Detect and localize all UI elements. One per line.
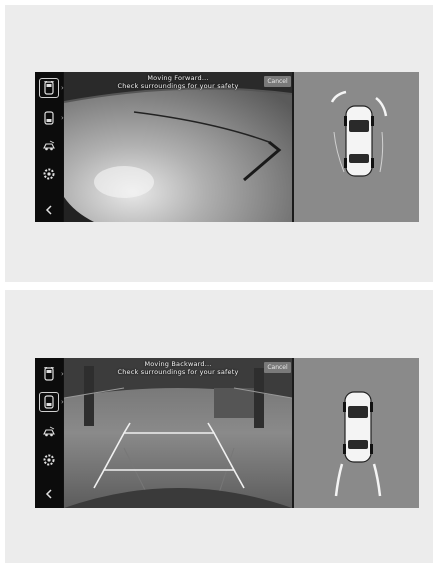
front-camera-feed: [64, 72, 292, 222]
vehicle-icon: [344, 105, 374, 177]
vehicle-icon: [343, 391, 373, 463]
sidebar: › ›: [35, 72, 64, 222]
banner-title: Moving Backward...: [144, 360, 212, 368]
backward-view-panel: › › Moving Backward... Check surrounding…: [5, 290, 433, 563]
rear-view-icon: [44, 111, 54, 125]
front-view-button[interactable]: [39, 78, 59, 98]
rear-view-icon: [44, 395, 54, 409]
backward-camera-screen: › › Moving Backward... Check surrounding…: [35, 358, 419, 508]
banner-message: Check surroundings for your safety: [117, 82, 239, 90]
back-icon: [45, 489, 52, 499]
rear-view-button[interactable]: [39, 108, 59, 128]
cancel-button[interactable]: Cancel: [264, 362, 291, 373]
settings-icon: [43, 168, 55, 180]
3d-view-button[interactable]: [39, 422, 59, 442]
top-down-view: [294, 72, 419, 222]
banner-title: Moving Forward...: [147, 74, 209, 82]
cancel-button[interactable]: Cancel: [264, 76, 291, 87]
front-view-icon: [43, 367, 55, 381]
3d-view-button[interactable]: [39, 136, 59, 156]
3d-view-icon: [43, 140, 55, 151]
top-down-view: [294, 358, 419, 508]
status-banner: Moving Backward... Check surroundings fo…: [64, 360, 292, 376]
3d-view-icon: [43, 426, 55, 437]
front-view-button[interactable]: [39, 364, 59, 384]
rear-camera-feed: [64, 358, 292, 508]
front-view-icon: [43, 81, 55, 95]
back-icon: [45, 205, 52, 215]
banner-message: Check surroundings for your safety: [117, 368, 239, 376]
settings-button[interactable]: [39, 450, 59, 470]
forward-view-panel: › › Moving Forward... Check surroundings…: [5, 5, 433, 282]
settings-button[interactable]: [39, 164, 59, 184]
rear-view-button[interactable]: [39, 392, 59, 412]
status-banner: Moving Forward... Check surroundings for…: [64, 74, 292, 90]
sidebar: › ›: [35, 358, 64, 508]
forward-camera-screen: › › Moving Forward... Check surroundings…: [35, 72, 419, 222]
back-button[interactable]: [39, 200, 59, 220]
back-button[interactable]: [39, 484, 59, 504]
settings-icon: [43, 454, 55, 466]
